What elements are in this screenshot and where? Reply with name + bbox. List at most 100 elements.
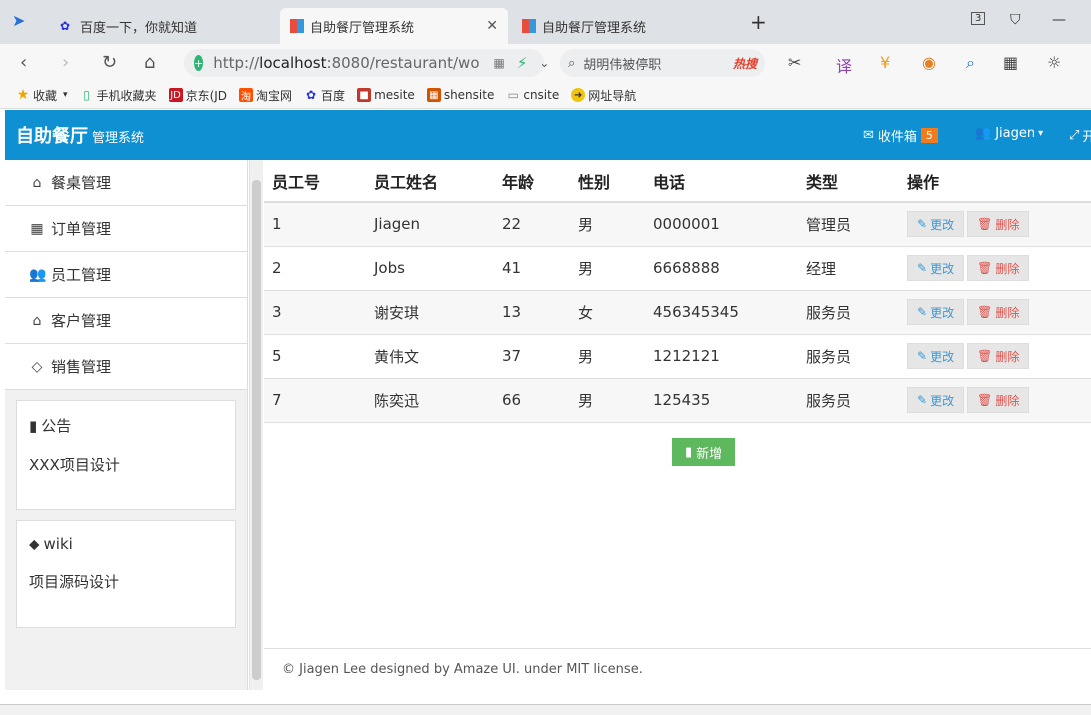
minimize-icon[interactable]: — xyxy=(1052,12,1066,28)
sidebar-item-customers[interactable]: ⌂ 客户管理 xyxy=(5,298,247,344)
bookmark-label: 收藏 xyxy=(33,88,58,103)
forward-icon[interactable]: › xyxy=(62,52,69,73)
edit-button[interactable]: ✎ 更改 xyxy=(907,387,965,413)
qr-icon[interactable]: ▦ xyxy=(494,56,505,70)
delete-button[interactable]: 🗑 删除 xyxy=(967,211,1030,238)
bookmarks-bar: ★ 收藏 ▾ ▯ 手机收藏夹 JD 京东(JD 淘淘宝网 ✿ 百度 ■ mesite ▦ sh… xyxy=(0,82,1091,109)
new-tab-button[interactable]: + xyxy=(750,10,767,34)
lightning-icon[interactable]: ⚡ xyxy=(517,54,528,72)
app-favicon-icon xyxy=(290,19,304,33)
delete-button[interactable]: 🗑 删除 xyxy=(967,255,1030,281)
tab-title: 自助餐厅管理系统 xyxy=(542,20,647,36)
bookmark-baidu[interactable]: ✿ 百度 xyxy=(304,87,345,104)
add-button-wrap: ▮ 新增 xyxy=(672,438,736,466)
col-id-header: 员工号 xyxy=(264,160,366,203)
tab-restaurant-active[interactable]: 自助餐厅管理系统 ✕ xyxy=(280,8,508,44)
bookmark-favorites[interactable]: ★ 收藏 ▾ xyxy=(16,87,68,104)
app-header: 自助餐厅 管理系统 ✉ 收件箱 5 👥 Jiagen ▾ ⤢ 开 xyxy=(5,110,1091,160)
find-icon[interactable]: ⌕ xyxy=(966,53,975,73)
bookmark-label: 手机收藏夹 xyxy=(96,88,157,103)
sidebar-item-sales[interactable]: ◇ 销售管理 xyxy=(5,344,247,390)
cell-actions: ✎ 更改 🗑 删除 xyxy=(899,202,1091,247)
trash-icon: 🗑 xyxy=(977,305,993,319)
bookmark-label: mesite xyxy=(374,88,415,102)
back-icon[interactable]: ‹ xyxy=(20,52,27,73)
shensite-icon: ▦ xyxy=(426,88,441,102)
brand-title: 自助餐厅 xyxy=(16,126,88,147)
table-row: 1 Jiagen 22 男 0000001 管理员 ✎ 更改 🗑 删除 xyxy=(264,202,1091,247)
bookmark-taobao[interactable]: 淘淘宝网 xyxy=(239,87,292,104)
close-tab-icon[interactable]: ✕ xyxy=(486,18,498,34)
url-field[interactable]: + http://localhost:8080/restaurant/wo ▦ … xyxy=(184,49,549,77)
tab-title: 百度一下，你就知道 xyxy=(80,20,198,36)
address-toolbar: ‹ › ↻ ⌂ + http://localhost:8080/restaura… xyxy=(0,44,1091,82)
wiki-body: 项目源码设计 xyxy=(29,573,120,591)
sidebar-scrollbar[interactable] xyxy=(249,160,263,690)
star-icon: ★ xyxy=(16,87,30,103)
sidebar-item-orders[interactable]: ▦ 订单管理 xyxy=(5,206,247,252)
sidebar-item-tables[interactable]: ⌂ 餐桌管理 xyxy=(5,160,247,206)
coin-icon[interactable]: ¥ xyxy=(880,53,890,72)
baidu-paw-icon: ✿ xyxy=(60,19,71,33)
cell-phone: 1212121 xyxy=(645,334,798,379)
home-icon[interactable]: ⌂ xyxy=(144,52,155,73)
bookmark-cnsite[interactable]: ▭ cnsite xyxy=(506,88,560,102)
cell-actions: ✎ 更改 🗑 删除 xyxy=(899,334,1091,379)
brand-subtitle: 管理系统 xyxy=(92,131,145,146)
hot-search-label[interactable]: 热搜 xyxy=(733,55,757,72)
cell-name: 谢安琪 xyxy=(366,290,494,335)
shirt-icon[interactable]: ⛉ xyxy=(1010,12,1021,28)
expand-icon: ⤢ xyxy=(1069,128,1080,143)
wiki-panel: ⬥ wiki 项目源码设计 xyxy=(16,520,236,628)
table-row: 5 黄伟文 37 男 1212121 服务员 ✎ 更改 🗑 删除 xyxy=(264,334,1091,379)
users-icon: 👥 xyxy=(29,266,47,283)
edit-button[interactable]: ✎ 更改 xyxy=(907,255,965,281)
table-row: 7 陈奕迅 66 男 125435 服务员 ✎ 更改 🗑 删除 xyxy=(264,378,1091,423)
user-menu[interactable]: 👥 Jiagen ▾ xyxy=(975,126,1043,141)
delete-button[interactable]: 🗑 删除 xyxy=(967,343,1030,369)
url-prefix: http:// xyxy=(213,54,260,72)
bookmark-label: 淘宝网 xyxy=(256,88,293,103)
fullscreen-link[interactable]: ⤢ 开 xyxy=(1069,126,1091,145)
bookmark-mobile[interactable]: ▯ 手机收藏夹 xyxy=(80,87,157,104)
cell-actions: ✎ 更改 🗑 删除 xyxy=(899,246,1091,291)
bookmark-jd[interactable]: JD 京东(JD xyxy=(168,87,227,104)
tab-baidu[interactable]: ✿ 百度一下，你就知道 xyxy=(50,8,278,44)
url-host: localhost xyxy=(259,54,327,72)
bookmark-shensite[interactable]: ▦ shensite xyxy=(426,88,495,102)
chevron-down-icon: ▾ xyxy=(63,90,68,100)
cell-phone: 456345345 xyxy=(645,290,798,335)
add-employee-button[interactable]: ▮ 新增 xyxy=(672,438,736,466)
bookmark-mesite[interactable]: ■ mesite xyxy=(357,88,415,102)
reload-icon[interactable]: ↻ xyxy=(102,52,117,73)
edit-button[interactable]: ✎ 更改 xyxy=(907,343,965,369)
scrollbar-thumb[interactable] xyxy=(252,180,261,680)
settings-icon[interactable]: ☼ xyxy=(1047,53,1061,72)
bookmark-nav[interactable]: ➜ 网址导航 xyxy=(571,87,636,104)
col-gender-header: 性别 xyxy=(570,160,645,203)
delete-label: 删除 xyxy=(995,349,1020,364)
game-icon[interactable]: ◉ xyxy=(922,53,936,72)
search-icon: ⌕ xyxy=(568,55,576,71)
book-icon: ▮ xyxy=(685,444,693,460)
inbox-link[interactable]: ✉ 收件箱 5 xyxy=(863,126,938,145)
translate-icon[interactable]: 译 xyxy=(836,53,852,77)
chevron-down-icon[interactable]: ⌄ xyxy=(539,56,549,70)
col-name-header: 员工姓名 xyxy=(366,160,494,203)
brand-logo[interactable]: 自助餐厅 管理系统 xyxy=(16,122,144,148)
delete-button[interactable]: 🗑 删除 xyxy=(967,387,1030,413)
page-footer: © Jiagen Lee designed by Amaze UI. under… xyxy=(264,648,1091,690)
sidebar-item-staff[interactable]: 👥 员工管理 xyxy=(5,252,247,298)
delete-button[interactable]: 🗑 删除 xyxy=(967,299,1030,325)
search-input[interactable]: ⌕ 胡明伟被停职 热搜 xyxy=(560,49,765,77)
sidebar-item-label: 订单管理 xyxy=(51,220,112,238)
bookmark-label: shensite xyxy=(443,88,495,102)
edit-button[interactable]: ✎ 更改 xyxy=(907,211,965,238)
tab-restaurant[interactable]: 自助餐厅管理系统 xyxy=(512,8,740,44)
grid-icon[interactable]: ▦ xyxy=(1003,53,1018,72)
scissors-icon[interactable]: ✂ xyxy=(788,53,801,72)
edit-button[interactable]: ✎ 更改 xyxy=(907,299,965,325)
sidebar-item-label: 销售管理 xyxy=(51,358,112,376)
browser-logo-icon[interactable]: ➤ xyxy=(12,11,25,30)
tab-count-badge[interactable]: 3 xyxy=(971,12,986,25)
